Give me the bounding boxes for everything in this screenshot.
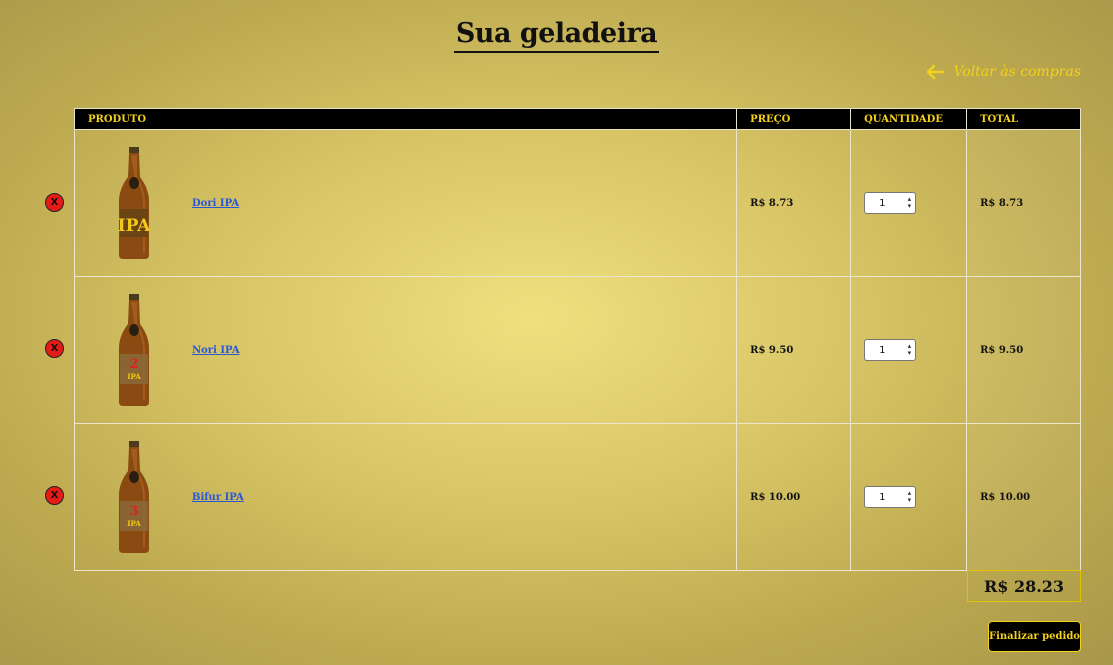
bottle-label-number: 3 (129, 504, 138, 519)
product-link[interactable]: Nori IPA (192, 345, 240, 356)
spin-arrows-icon[interactable]: ▴ ▾ (908, 196, 912, 210)
quantity-cell: 1 ▴ ▾ (850, 276, 968, 424)
finish-order-button[interactable]: Finalizar pedido (988, 621, 1081, 652)
product-link[interactable]: Dori IPA (192, 198, 239, 209)
back-label: Voltar às compras (953, 64, 1081, 80)
quantity-stepper[interactable]: 1 ▴ ▾ (864, 486, 917, 508)
quantity-value: 1 (879, 344, 886, 356)
back-to-shopping-link[interactable]: Voltar às compras (925, 64, 1081, 80)
table-header-row: PRODUTO PREÇO QUANTIDADE TOTAL (73, 108, 1081, 130)
product-cell: IPA Dori IPA (73, 129, 738, 277)
remove-item-button[interactable]: X (45, 339, 64, 358)
beer-bottle-image: IPA (118, 147, 151, 259)
quantity-stepper[interactable]: 1 ▴ ▾ (864, 192, 917, 214)
row-total-cell: R$ 8.73 (966, 129, 1081, 277)
quantity-stepper[interactable]: 1 ▴ ▾ (864, 339, 917, 361)
price-cell: R$ 8.73 (736, 129, 852, 277)
row-total-cell: R$ 9.50 (966, 276, 1081, 424)
header-quantity: QUANTIDADE (850, 108, 968, 130)
product-cell: 3 IPA Bifur IPA (73, 423, 738, 571)
bottle-label-text: IPA (127, 519, 141, 528)
quantity-value: 1 (879, 491, 886, 503)
remove-item-button[interactable]: X (45, 193, 64, 212)
quantity-cell: 1 ▴ ▾ (850, 129, 968, 277)
page-title: Sua geladeira (453, 18, 660, 53)
price-cell: R$ 9.50 (736, 276, 852, 424)
header-price: PREÇO (736, 108, 852, 130)
remove-item-button[interactable]: X (45, 486, 64, 505)
bottle-label-text: IPA (118, 216, 151, 236)
spin-arrows-icon[interactable]: ▴ ▾ (908, 490, 912, 504)
header-product: PRODUTO (73, 108, 738, 130)
table-row: IPA Dori IPA R$ 8.73 1 ▴ ▾ R$ 8.73 (73, 129, 1081, 277)
beer-bottle-image: 3 IPA (119, 441, 149, 553)
quantity-value: 1 (879, 197, 886, 209)
table-row: 2 IPA Nori IPA R$ 9.50 1 ▴ ▾ R$ 9.50 (73, 276, 1081, 424)
arrow-left-icon (927, 64, 945, 80)
quantity-cell: 1 ▴ ▾ (850, 423, 968, 571)
product-link[interactable]: Bifur IPA (192, 492, 244, 503)
grand-total: R$ 28.23 (967, 570, 1081, 602)
row-total-cell: R$ 10.00 (966, 423, 1081, 571)
price-cell: R$ 10.00 (736, 423, 852, 571)
header-total: TOTAL (966, 108, 1081, 130)
bottle-label-number: 2 (129, 357, 138, 372)
beer-bottle-image: 2 IPA (119, 294, 149, 406)
page-title-wrap: Sua geladeira (0, 18, 1113, 53)
bottle-label-text: IPA (127, 372, 141, 381)
table-row: 3 IPA Bifur IPA R$ 10.00 1 ▴ ▾ R$ 10.00 (73, 423, 1081, 571)
product-cell: 2 IPA Nori IPA (73, 276, 738, 424)
cart-table: PRODUTO PREÇO QUANTIDADE TOTAL IPA Dori … (73, 108, 1081, 571)
spin-arrows-icon[interactable]: ▴ ▾ (908, 343, 912, 357)
